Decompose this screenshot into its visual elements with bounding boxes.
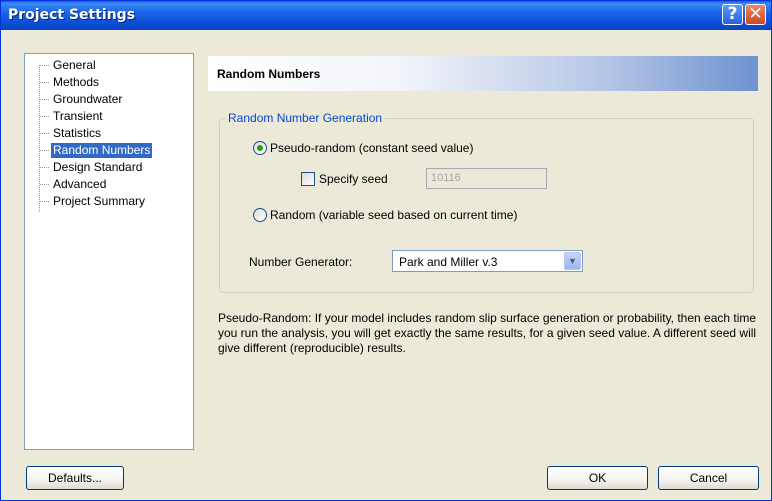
specify-seed-checkbox[interactable]: [301, 172, 315, 186]
tree-item-label: Project Summary: [53, 194, 146, 208]
tree-item-label: Random Numbers: [53, 143, 151, 157]
tree-connector: [39, 65, 40, 212]
tree-item-label: Groundwater: [53, 92, 123, 106]
seed-input[interactable]: 10116: [426, 168, 547, 189]
window-title: Project Settings: [8, 7, 136, 23]
tree-item-design-standard[interactable]: Design Standard: [40, 160, 144, 175]
defaults-button[interactable]: Defaults...: [26, 466, 124, 490]
number-generator-value: Park and Miller v.3: [399, 255, 498, 269]
tree-item-methods[interactable]: Methods: [40, 75, 101, 90]
radio-selected-dot: [257, 145, 263, 151]
random-label[interactable]: Random (variable seed based on current t…: [270, 208, 517, 222]
tree-item-label: Methods: [53, 75, 100, 89]
group-legend: Random Number Generation: [225, 111, 386, 125]
section-header: Random Numbers: [208, 56, 758, 91]
tree-item-label: Statistics: [53, 126, 102, 140]
chevron-down-icon[interactable]: ▼: [564, 252, 581, 270]
tree-item-label: Advanced: [53, 177, 107, 191]
tree-item-random-numbers[interactable]: Random Numbers: [40, 143, 153, 158]
section-title: Random Numbers: [217, 67, 321, 81]
number-generator-select[interactable]: Park and Miller v.3 ▼: [392, 250, 583, 272]
pseudo-random-label[interactable]: Pseudo-random (constant seed value): [270, 141, 473, 155]
project-settings-dialog: Project Settings ? ✕ General Methods Gro…: [0, 0, 772, 501]
number-generator-label: Number Generator:: [249, 255, 353, 269]
close-icon[interactable]: ✕: [745, 4, 766, 25]
tree-item-label: Transient: [53, 109, 103, 123]
settings-tree: General Methods Groundwater Transient St…: [24, 53, 194, 450]
title-bar[interactable]: Project Settings ? ✕: [1, 1, 771, 30]
ok-button[interactable]: OK: [547, 466, 648, 490]
tree-item-groundwater[interactable]: Groundwater: [40, 92, 124, 107]
tree-item-label: General: [53, 58, 96, 72]
random-radio[interactable]: [253, 208, 267, 222]
cancel-button[interactable]: Cancel: [658, 466, 759, 490]
specify-seed-label[interactable]: Specify seed: [319, 172, 388, 186]
tree-item-transient[interactable]: Transient: [40, 109, 105, 124]
tree-item-project-summary[interactable]: Project Summary: [40, 194, 147, 209]
help-icon[interactable]: ?: [722, 4, 743, 25]
description-text: Pseudo-Random: If your model includes ra…: [218, 311, 757, 355]
pseudo-random-radio[interactable]: [253, 141, 267, 155]
tree-item-label: Design Standard: [53, 160, 143, 174]
tree-item-statistics[interactable]: Statistics: [40, 126, 103, 141]
tree-item-general[interactable]: General: [40, 58, 98, 73]
tree-item-advanced[interactable]: Advanced: [40, 177, 108, 192]
